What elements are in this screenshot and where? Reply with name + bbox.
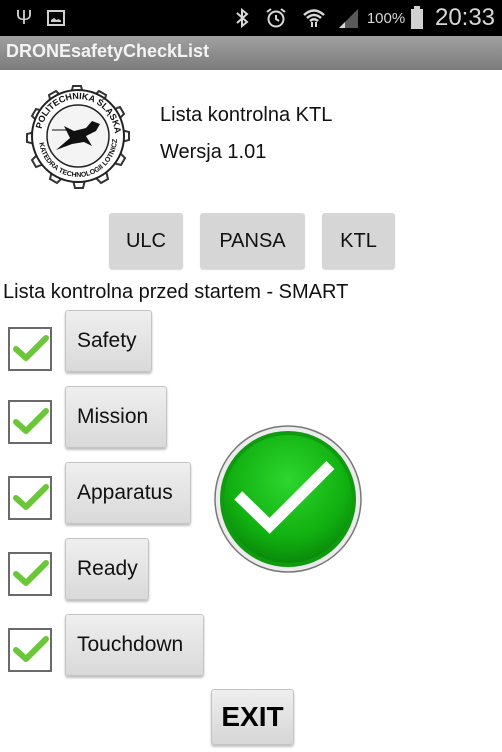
ready-checkbox[interactable]	[8, 552, 52, 596]
mission-button[interactable]: Mission	[65, 386, 167, 448]
checkmark-icon	[13, 484, 49, 510]
status-bar: Ψ 100% 20:33	[0, 0, 502, 36]
safety-button[interactable]: Safety	[65, 310, 152, 372]
touchdown-checkbox[interactable]	[8, 628, 52, 672]
apparatus-button[interactable]: Apparatus	[65, 462, 191, 524]
checklist-row-ready: Ready	[0, 536, 220, 606]
wifi-icon	[300, 0, 328, 36]
checklist-row-mission: Mission	[0, 384, 220, 454]
checkmark-icon	[13, 560, 49, 586]
gallery-icon	[46, 0, 66, 36]
battery-percent: 100%	[366, 9, 406, 27]
battery-icon	[410, 0, 424, 36]
usb-icon: Ψ	[15, 6, 33, 29]
app-title: DRONEsafetyCheckList	[6, 41, 210, 61]
checkmark-icon	[13, 636, 49, 662]
all-complete-check-icon	[213, 424, 363, 574]
checkmark-icon	[13, 335, 49, 361]
ktl-button[interactable]: KTL	[322, 213, 395, 269]
checkmark-icon	[13, 408, 49, 434]
touchdown-button[interactable]: Touchdown	[65, 614, 204, 676]
checklist-row-apparatus: Apparatus	[0, 460, 220, 530]
exit-button[interactable]: EXIT	[211, 689, 294, 745]
apparatus-checkbox[interactable]	[8, 476, 52, 520]
app-title-bar: DRONEsafetyCheckList	[0, 36, 502, 70]
bluetooth-icon	[232, 0, 252, 36]
pansa-button[interactable]: PANSA	[200, 213, 305, 269]
checklist-row-safety: Safety	[0, 308, 220, 378]
politechnika-slaska-logo: POLITECHNIKA ŚLĄSKA KATEDRA TECHNOLOGII …	[9, 71, 144, 200]
alarm-icon	[264, 0, 288, 36]
ulc-button[interactable]: ULC	[109, 213, 183, 269]
signal-icon	[336, 0, 360, 36]
clock: 20:33	[434, 4, 496, 31]
checklist-row-touchdown: Touchdown	[0, 612, 220, 682]
app-heading: Lista kontrolna KTL	[160, 104, 333, 126]
mission-checkbox[interactable]	[8, 400, 52, 444]
safety-checkbox[interactable]	[8, 327, 52, 371]
app-version: Wersja 1.01	[160, 141, 267, 163]
checklist-title: Lista kontrolna przed startem - SMART	[3, 281, 349, 303]
ready-button[interactable]: Ready	[65, 538, 149, 600]
